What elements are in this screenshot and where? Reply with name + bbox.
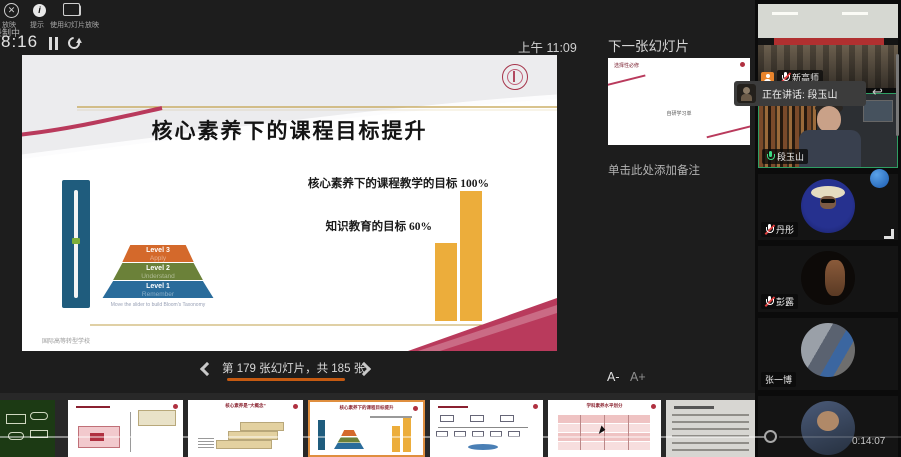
filmstrip-thumb-5[interactable] bbox=[430, 400, 543, 457]
end-slideshow-icon[interactable]: ✕ bbox=[4, 3, 19, 18]
presenter-view: ✕ 放映 i 提示 使用幻灯片放映 录制中 8:16 上午 11:09 核心素养… bbox=[0, 0, 755, 457]
pause-timer-icon[interactable] bbox=[49, 37, 58, 50]
mini-slider bbox=[318, 420, 325, 450]
pyramid-level-1: Level 1 Remember bbox=[92, 281, 224, 298]
screen: ✕ 放映 i 提示 使用幻灯片放映 录制中 8:16 上午 11:09 核心素养… bbox=[0, 0, 901, 457]
participant-video-room[interactable]: 新高师 bbox=[758, 4, 898, 88]
slide-title: 核心素养下的课程目标提升 bbox=[22, 115, 557, 145]
level2-sublabel: Understand bbox=[92, 273, 224, 280]
notes-placeholder[interactable]: 单击此处添加备注 bbox=[608, 162, 700, 178]
slider-handle[interactable] bbox=[72, 238, 80, 244]
participant-name-label: 彭露 bbox=[761, 294, 798, 309]
participant-tile[interactable] bbox=[758, 396, 898, 457]
scrubber-played-track[interactable] bbox=[0, 436, 765, 438]
filmstrip-thumb-1[interactable] bbox=[0, 400, 55, 457]
filmstrip-thumb-3[interactable]: 核心素养是“大概念” bbox=[188, 400, 303, 457]
slider-track bbox=[74, 190, 78, 298]
notes-font-decrease-button[interactable]: A- bbox=[607, 370, 620, 384]
thumb-ribbon bbox=[707, 124, 750, 139]
slide-filmstrip: 核心素养是“大概念” 核心素养下的课程目标提升 bbox=[0, 393, 755, 457]
level1-sublabel: Remember bbox=[92, 291, 224, 298]
filmstrip-thumb-7[interactable] bbox=[666, 400, 755, 457]
next-slide-corner-text: 选择性必修 bbox=[614, 62, 639, 69]
current-slide[interactable]: 核心素养下的课程目标提升 Level 3 Apply Level 2 Under… bbox=[22, 55, 557, 351]
slide-counter: 第 179 张幻灯片，共 185 张 bbox=[222, 360, 352, 376]
video-conference-panel: 新高师 段玉山 丹彤 bbox=[755, 0, 901, 457]
notes-font-increase-button[interactable]: A+ bbox=[630, 370, 646, 384]
mini-seal-logo bbox=[740, 62, 745, 67]
thumb4-title: 核心素养下的课程目标提升 bbox=[310, 405, 423, 411]
next-slide-thumbnail[interactable]: 选择性必修 自研学习单 bbox=[608, 58, 750, 145]
mini-seal-logo bbox=[533, 404, 538, 409]
restart-timer-icon[interactable] bbox=[66, 35, 83, 52]
use-slideshow-label[interactable]: 使用幻灯片放映 bbox=[50, 20, 99, 30]
bar-label-core-goal: 核心素养下的课程教学的目标 100% bbox=[308, 175, 489, 191]
pyramid-level-2: Level 2 Understand bbox=[92, 263, 224, 280]
avatar bbox=[801, 401, 855, 455]
slide-footer-text: 国际高等转型学校 bbox=[42, 336, 90, 345]
university-seal-logo bbox=[502, 64, 528, 90]
scrubber-handle[interactable] bbox=[764, 430, 777, 443]
bar-core-100 bbox=[460, 191, 482, 321]
participant-tile[interactable]: 张一博 bbox=[758, 318, 898, 390]
previous-slide-button[interactable] bbox=[200, 362, 214, 376]
participant-name-label: 张一博 bbox=[761, 372, 796, 387]
participant-name-label: 丹彤 bbox=[761, 222, 798, 237]
level3-label: Level 3 bbox=[92, 245, 224, 255]
participant-name-label: 段玉山 bbox=[762, 149, 808, 164]
thumb-ribbon bbox=[608, 74, 646, 87]
filmstrip-thumb-2[interactable] bbox=[68, 400, 183, 457]
sidebar-scrollbar[interactable] bbox=[896, 54, 899, 136]
mini-pyramid bbox=[334, 430, 364, 450]
mini-seal-logo bbox=[173, 404, 178, 409]
pyramid-caption: Move the slider to build Bloom's Taxonom… bbox=[92, 302, 224, 308]
avatar bbox=[801, 251, 855, 305]
presentation-timer: 8:16 bbox=[1, 32, 38, 52]
bar-label-knowledge-goal: 知识教育的目标 60% bbox=[326, 218, 432, 234]
more-participants-arrow[interactable] bbox=[884, 229, 894, 239]
reply-arrow-icon[interactable]: ↩ bbox=[872, 84, 883, 100]
level2-label: Level 2 bbox=[92, 263, 224, 273]
level3-sublabel: Apply bbox=[92, 255, 224, 262]
participant-name: 张一博 bbox=[765, 373, 792, 386]
tips-label[interactable]: 提示 bbox=[30, 20, 44, 30]
tips-icon[interactable]: i bbox=[33, 4, 46, 17]
mic-muted-icon bbox=[765, 224, 773, 235]
filmstrip-thumb-6[interactable]: 学科素养水平划分 bbox=[548, 400, 661, 457]
thumb6-title: 学科素养水平划分 bbox=[548, 403, 661, 409]
reaction-badge bbox=[870, 169, 889, 188]
mic-muted-icon bbox=[765, 296, 773, 307]
slide-counter-underline bbox=[227, 378, 345, 381]
use-slideshow-icon[interactable] bbox=[66, 5, 81, 16]
speaking-text: 正在讲话: 段玉山 bbox=[762, 86, 838, 101]
bloom-slider-widget[interactable] bbox=[62, 180, 90, 308]
next-slide-header: 下一张幻灯片 bbox=[608, 35, 689, 55]
bar-knowledge-60 bbox=[435, 243, 457, 321]
participant-name: 段玉山 bbox=[777, 150, 804, 163]
level1-label: Level 1 bbox=[92, 281, 224, 291]
next-slide-center-text: 自研学习单 bbox=[608, 110, 750, 117]
thumb3-title: 核心素养是“大概念” bbox=[188, 403, 303, 409]
participant-name: 丹彤 bbox=[776, 223, 794, 236]
pyramid-level-3: Level 3 Apply bbox=[92, 245, 224, 262]
avatar bbox=[801, 323, 855, 377]
participant-tile[interactable]: 彭露 bbox=[758, 246, 898, 312]
room-banner bbox=[774, 38, 884, 45]
mic-active-icon bbox=[766, 151, 774, 162]
bloom-pyramid: Level 3 Apply Level 2 Understand Level 1… bbox=[92, 245, 224, 299]
participant-name: 彭露 bbox=[776, 295, 794, 308]
speaking-notification: 正在讲话: 段玉山 bbox=[734, 81, 866, 106]
filmstrip-thumb-current[interactable]: 核心素养下的课程目标提升 bbox=[308, 400, 425, 457]
clock: 上午 11:09 bbox=[518, 37, 577, 56]
avatar bbox=[801, 179, 855, 233]
speaker-avatar bbox=[737, 84, 756, 103]
playback-timestamp: 0:14:07 bbox=[852, 436, 885, 447]
